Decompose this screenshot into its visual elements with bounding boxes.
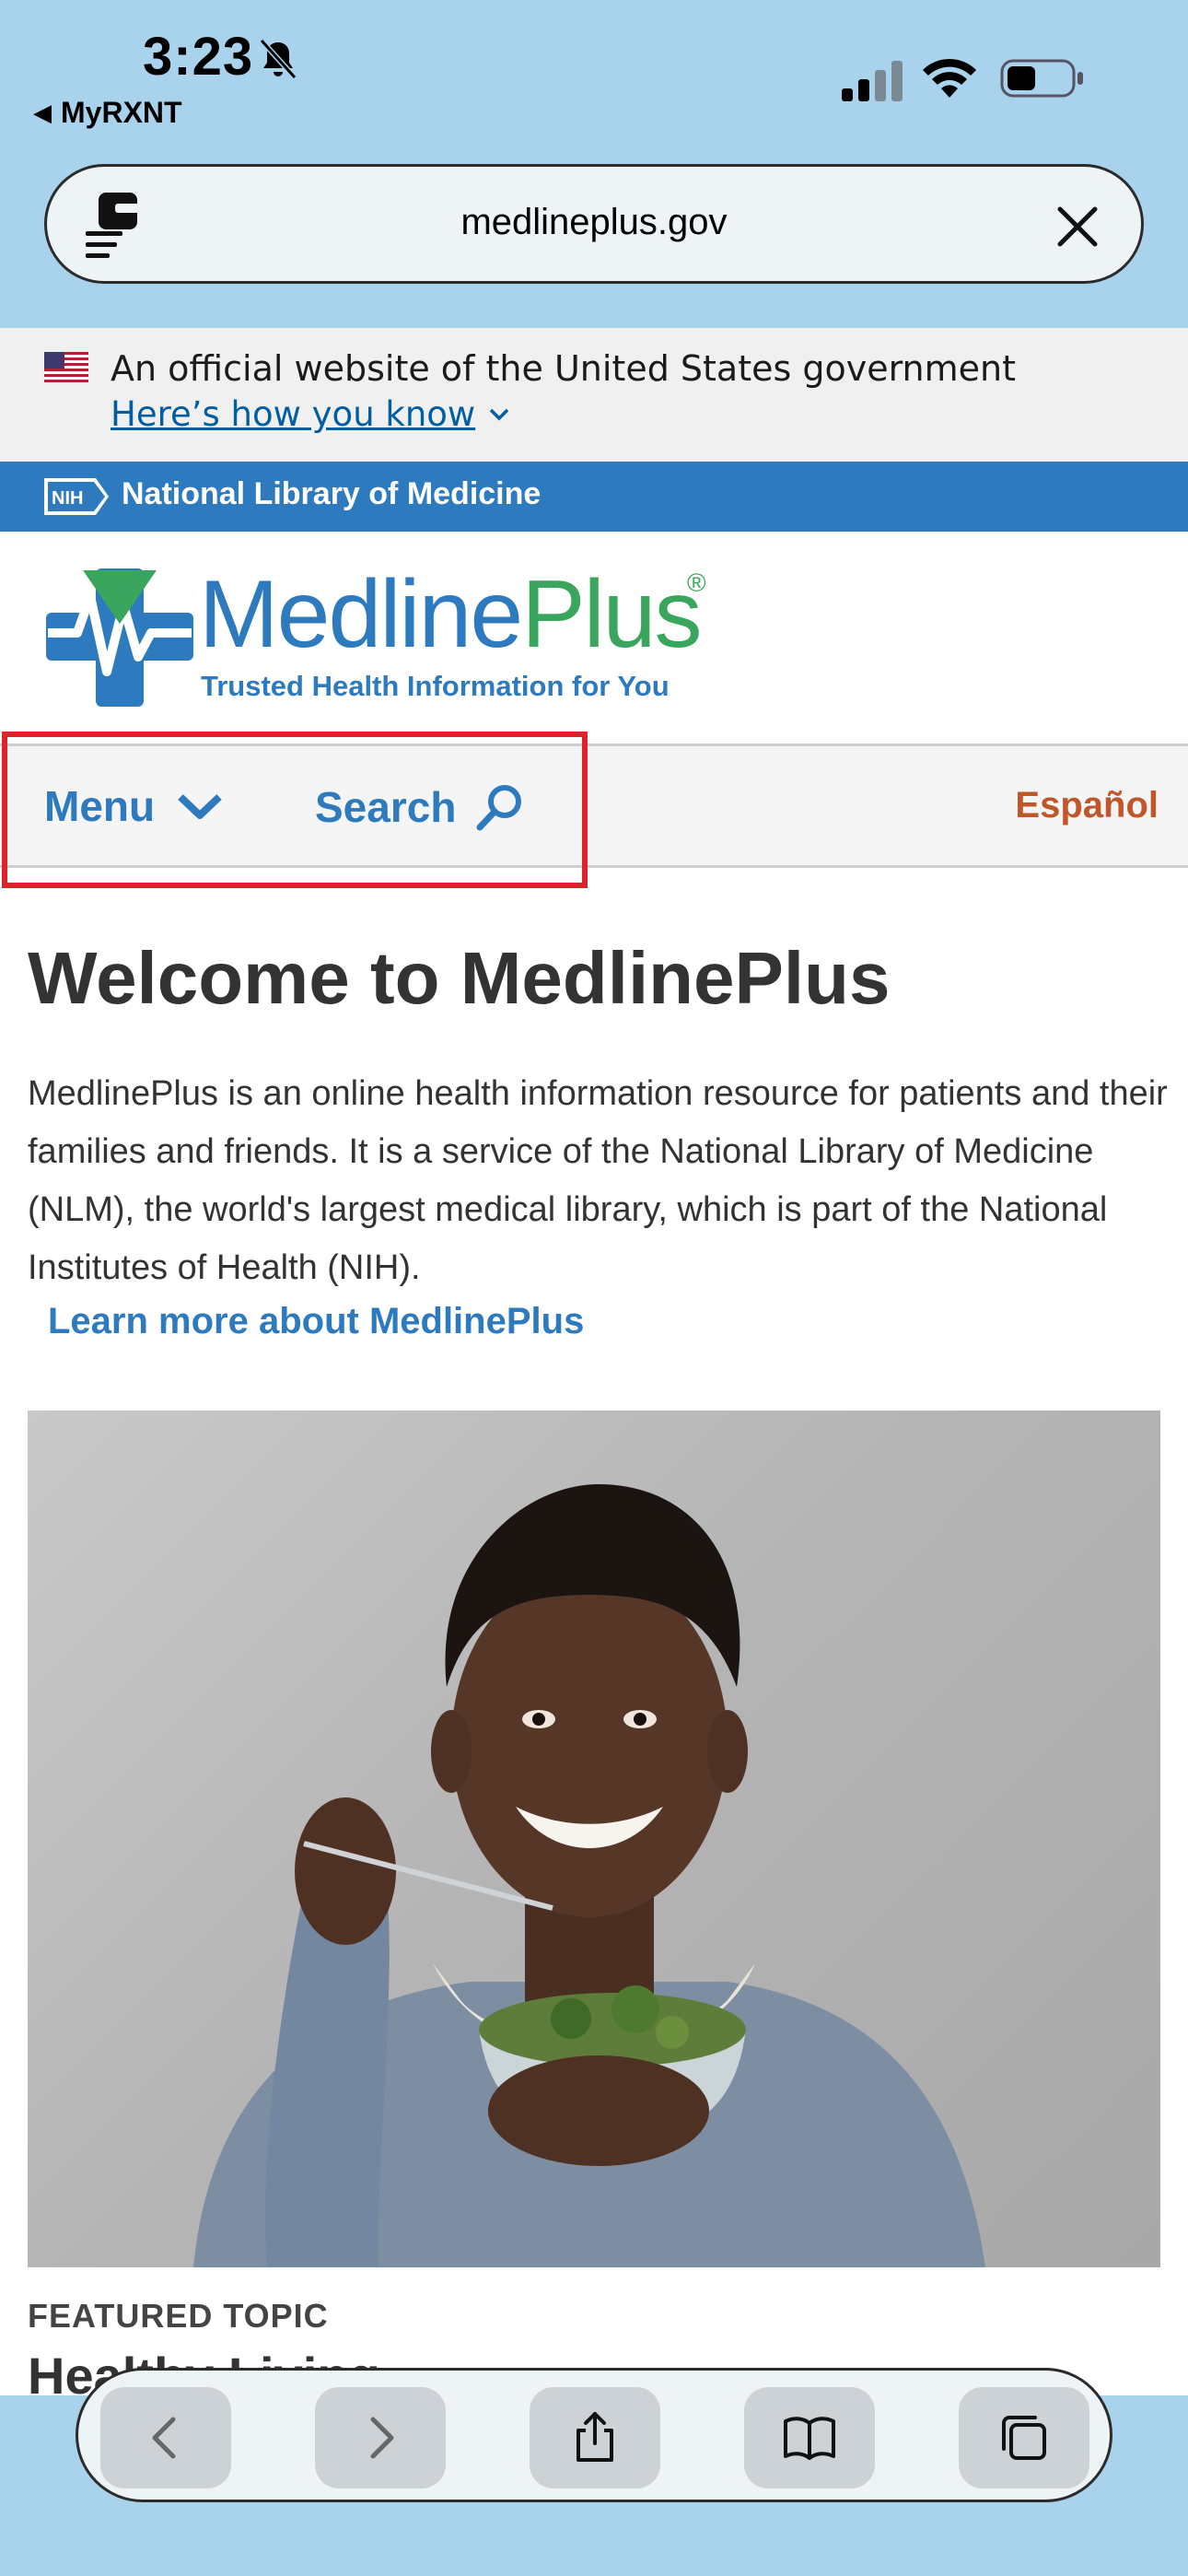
medlineplus-logo-icon[interactable] [46,568,193,707]
heres-how-you-know-link[interactable]: Here’s how you know [111,394,510,434]
gov-link-label: Here’s how you know [111,394,476,434]
learn-more-link[interactable]: Learn more about MedlinePlus [48,1301,584,1342]
back-to-app-button[interactable]: ◀ MyRXNT [33,96,182,130]
main-nav: Menu Search Español [0,732,1188,888]
registered-mark: ® [687,568,706,597]
nlm-title[interactable]: National Library of Medicine [122,476,541,512]
search-button[interactable]: Search [315,781,526,833]
cellular-signal-icon [842,61,903,101]
tabs-icon [1002,2416,1046,2460]
hero-image[interactable] [28,1411,1160,2267]
page-title: Welcome to MedlinePlus [28,937,891,1019]
nlm-bar: NIH National Library of Medicine [0,462,1188,532]
forward-button[interactable] [315,2387,446,2488]
wifi-icon [923,58,976,98]
close-icon[interactable] [1054,204,1101,250]
us-flag-icon [44,352,88,383]
medlineplus-header: MedlinePlus ® Trusted Health Information… [0,532,1188,744]
back-triangle-icon: ◀ [33,99,52,126]
browser-toolbar [76,2368,1112,2502]
gov-banner: An official website of the United States… [0,328,1188,462]
medlineplus-wordmark[interactable]: MedlinePlus [199,567,703,662]
tabs-button[interactable] [959,2387,1089,2488]
brand-name-medline: Medline [199,561,523,668]
nih-logo[interactable]: NIH [44,476,111,517]
menu-label: Menu [44,782,156,830]
search-icon [476,785,522,831]
intro-paragraph: MedlinePlus is an online health informat… [28,1074,1168,1287]
status-bar: 3:23 ◀ MyRXNT [0,0,1188,147]
url-text[interactable]: medlineplus.gov [47,202,1141,243]
back-app-label: MyRXNT [61,96,182,129]
bookmarks-button[interactable] [744,2387,875,2488]
man-eating-salad-illustration [193,1484,985,2267]
status-time: 3:23 [143,27,254,87]
chevron-down-icon [178,794,222,819]
menu-button[interactable]: Menu [44,781,223,831]
address-bar[interactable]: medlineplus.gov [44,164,1144,284]
forward-arrow-icon [370,2417,394,2459]
share-icon [577,2412,613,2462]
brand-name-plus: Plus [521,561,702,668]
web-page: An official website of the United States… [0,328,1188,2395]
gov-banner-text: An official website of the United States… [111,348,1017,389]
brand-tagline: Trusted Health Information for You [201,670,670,702]
chevron-down-icon [489,408,509,420]
back-button[interactable] [100,2387,231,2488]
spanish-language-link[interactable]: Español [1015,785,1159,826]
bookmarks-icon [784,2417,835,2460]
bell-slash-icon [259,38,297,80]
nih-badge-text: NIH [52,488,83,509]
share-button[interactable] [530,2387,660,2488]
battery-icon [1000,59,1083,98]
back-arrow-icon [152,2417,176,2459]
search-label: Search [315,783,457,831]
featured-topic-label: FEATURED TOPIC [28,2297,329,2335]
